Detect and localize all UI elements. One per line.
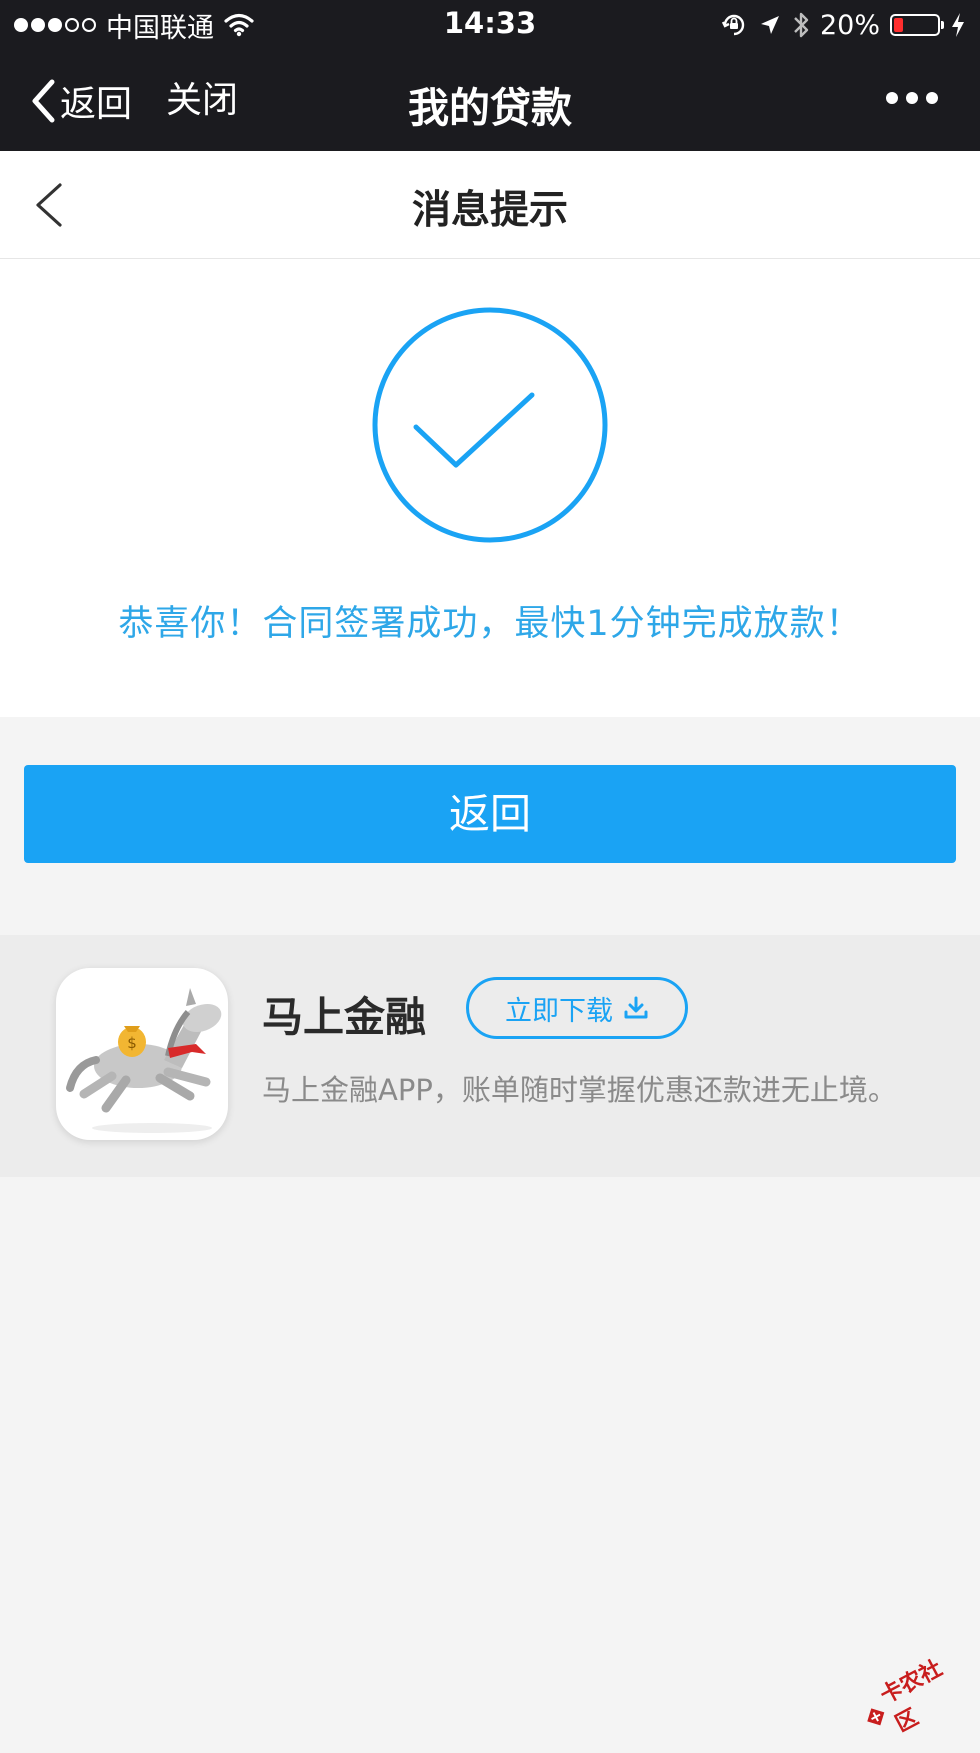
wechat-nav-bar: 返回 关闭 我的贷款 [0,50,980,151]
rotation-lock-icon [721,14,745,36]
bluetooth-icon [794,12,809,38]
svg-text:$: $ [127,1034,137,1052]
watermark: 卡农社区 [850,1639,980,1752]
page-header: 消息提示 [0,151,980,259]
download-label: 立即下载 [505,995,613,1027]
success-panel: 恭喜你！合同签署成功，最快1分钟完成放款！ [0,259,980,717]
success-message: 恭喜你！合同签署成功，最快1分钟完成放款！ [118,604,862,644]
page-title: 消息提示 [411,188,568,233]
watermark-text: 卡农社区 [876,1656,947,1738]
status-bar: 中国联通 14:33 20% [0,0,980,50]
top-bar: 中国联通 14:33 20% 返回 关闭 我的贷款 [0,0,980,151]
app-promo-banner: $ 马上金融 立即下载 马上金融APP，账单随时掌握优惠还款进无止境。 [0,935,980,1177]
horse-app-icon[interactable]: $ [56,968,228,1140]
horse-illustration: $ [66,988,222,1133]
app-name: 马上金融 [262,993,426,1041]
download-button[interactable]: 立即下载 [466,977,688,1039]
charging-bolt-icon [952,13,964,37]
more-dots-icon[interactable] [886,92,938,104]
battery-percent: 20% [819,9,880,41]
check-circle-icon [372,307,608,543]
battery-icon [890,14,944,36]
app-description: 马上金融APP，账单随时掌握优惠还款进无止境。 [262,1073,897,1107]
return-button[interactable]: 返回 [24,765,956,863]
status-right: 20% [720,7,966,43]
download-icon [624,996,648,1019]
wechat-nav-title: 我的贷款 [408,84,572,132]
location-icon [760,16,779,34]
